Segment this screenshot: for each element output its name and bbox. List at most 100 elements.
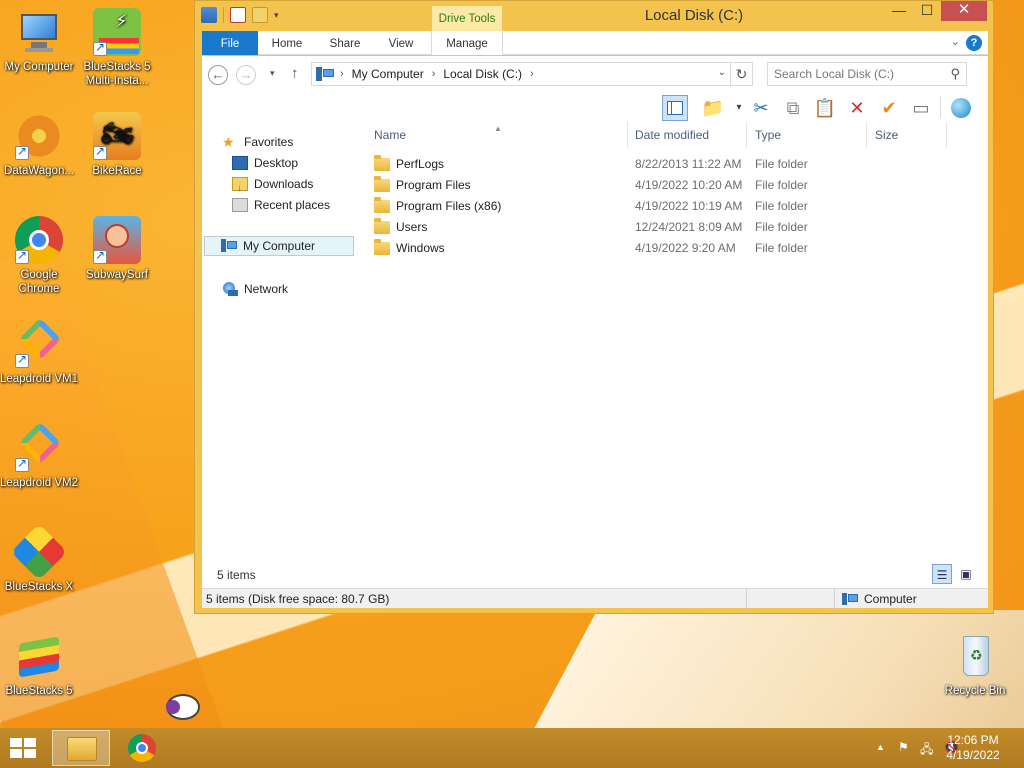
- desktop-icon-bikerace[interactable]: 🏍 BikeRace: [78, 112, 156, 178]
- command-toolbar: 📁 ▾ ✂ ⧉ 📋 ✕ ✔ ▭: [202, 92, 988, 122]
- file-row[interactable]: Program Files 4/19/2022 10:20 AM File fo…: [366, 175, 988, 196]
- nav-item-recent-places[interactable]: Recent places: [232, 195, 330, 215]
- file-row[interactable]: Program Files (x86) 4/19/2022 10:19 AM F…: [366, 196, 988, 217]
- breadcrumb-my-computer[interactable]: My Computer: [352, 67, 424, 81]
- file-row[interactable]: PerfLogs 8/22/2013 11:22 AM File folder: [366, 154, 988, 175]
- forward-button[interactable]: →: [236, 65, 256, 85]
- column-header-type[interactable]: Type: [747, 122, 867, 148]
- desktop-icon-label: BlueStacks 5 Multi-Insta...: [83, 61, 151, 87]
- breadcrumb-local-disk[interactable]: Local Disk (C:): [443, 67, 522, 81]
- nav-item-favorites[interactable]: ★ Favorites: [222, 132, 293, 152]
- tab-view[interactable]: View: [374, 31, 428, 55]
- file-row[interactable]: Windows 4/19/2022 9:20 AM File folder: [366, 238, 988, 259]
- clock-date: 4/19/2022: [946, 748, 1000, 762]
- delete-icon[interactable]: ✕: [844, 95, 870, 121]
- minimize-button[interactable]: —: [885, 1, 913, 21]
- file-explorer-icon: [67, 737, 97, 761]
- file-type: File folder: [755, 178, 808, 192]
- nav-item-downloads[interactable]: ↓ Downloads: [232, 174, 313, 194]
- tab-share[interactable]: Share: [316, 31, 374, 55]
- chevron-right-icon[interactable]: ›: [340, 68, 344, 80]
- column-header-size[interactable]: Size: [867, 122, 947, 148]
- desktop-icon-bluestacks-multi[interactable]: ⚡ BlueStacks 5 Multi-Insta...: [78, 8, 156, 88]
- search-input[interactable]: Search Local Disk (C:) ⚲: [767, 62, 967, 86]
- file-date-modified: 4/19/2022 10:20 AM: [635, 178, 743, 192]
- nav-item-desktop[interactable]: Desktop: [232, 153, 298, 173]
- status-location: Computer: [842, 592, 917, 606]
- tab-manage[interactable]: Manage: [431, 31, 503, 55]
- file-name: Program Files: [396, 178, 471, 192]
- desktop-icon-bluestacks-5[interactable]: BlueStacks 5: [0, 632, 78, 698]
- chevron-right-icon[interactable]: ›: [530, 68, 534, 80]
- file-type: File folder: [755, 157, 808, 171]
- column-header-date-modified[interactable]: Date modified: [627, 122, 747, 148]
- datawagon-icon: [15, 112, 63, 160]
- desktop-icon-leapdroid-vm2[interactable]: Leapdroid VM2: [0, 421, 78, 490]
- search-icon[interactable]: ⚲: [950, 66, 960, 82]
- refresh-button[interactable]: ↻: [731, 62, 753, 86]
- clock[interactable]: 12:06 PM 4/19/2022: [938, 733, 1008, 763]
- desktop-icon-recycle-bin[interactable]: ♻ Recycle Bin: [936, 632, 1014, 698]
- address-box[interactable]: › My Computer › Local Disk (C:) › ⌄: [311, 62, 731, 86]
- window-title: Local Disk (C:): [644, 7, 744, 24]
- maximize-button[interactable]: ☐: [913, 1, 941, 21]
- file-list: Name ▲ Date modified Type Size PerfLogs …: [366, 122, 988, 560]
- desktop-icon-datawagon[interactable]: DataWagon...: [0, 112, 78, 178]
- chevron-down-icon[interactable]: ⌄: [951, 35, 960, 48]
- file-date-modified: 4/19/2022 10:19 AM: [635, 199, 743, 213]
- globe-icon[interactable]: [948, 95, 974, 121]
- title-bar[interactable]: ▾ Drive Tools Local Disk (C:) — ☐ ✕: [195, 1, 993, 31]
- tab-file[interactable]: File: [202, 31, 258, 55]
- desktop-icon-subwaysurf[interactable]: SubwaySurf: [78, 216, 156, 282]
- nav-item-network[interactable]: Network: [222, 279, 288, 299]
- up-button[interactable]: ↑: [291, 65, 299, 82]
- nav-item-my-computer[interactable]: My Computer: [204, 236, 354, 256]
- desktop-icon-label: BlueStacks 5: [5, 685, 73, 697]
- network-status-icon[interactable]: 🖧: [920, 740, 933, 761]
- close-button[interactable]: ✕: [941, 1, 987, 21]
- rename-icon[interactable]: ▭: [908, 95, 934, 121]
- file-name: Program Files (x86): [396, 199, 502, 213]
- nav-item-label: Desktop: [254, 156, 299, 170]
- column-header-label: Name: [374, 128, 407, 142]
- computer-icon: [316, 67, 334, 81]
- back-button[interactable]: ←: [208, 65, 228, 85]
- recent-locations-dropdown-icon[interactable]: ▾: [270, 68, 275, 79]
- desktop-icon-label: My Computer: [4, 61, 74, 73]
- action-center-flag-icon[interactable]: ⚑: [898, 740, 909, 754]
- paste-icon[interactable]: 📋: [812, 95, 838, 121]
- taskbar-file-explorer[interactable]: [52, 730, 110, 766]
- column-header-name[interactable]: Name ▲: [366, 122, 628, 148]
- folder-icon: [374, 218, 390, 234]
- help-button[interactable]: ?: [966, 35, 982, 51]
- address-dropdown-icon[interactable]: ⌄: [718, 67, 726, 78]
- start-button[interactable]: [8, 736, 38, 760]
- copy-icon[interactable]: ⧉: [780, 95, 806, 121]
- preview-pane-button[interactable]: [662, 95, 688, 121]
- desktop-icon-my-computer[interactable]: My Computer: [0, 8, 78, 74]
- desktop-icon-label: BikeRace: [92, 165, 142, 177]
- file-name: Windows: [396, 241, 445, 255]
- tab-home[interactable]: Home: [258, 31, 316, 55]
- folder-icon: [374, 197, 390, 213]
- desktop-icon-leapdroid-vm1[interactable]: Leapdroid VM1: [0, 317, 78, 386]
- chevron-right-icon[interactable]: ›: [432, 68, 436, 80]
- large-icons-view-button[interactable]: ▣: [956, 564, 976, 584]
- cut-icon[interactable]: ✂: [748, 95, 774, 121]
- downloads-icon: ↓: [232, 177, 248, 194]
- nav-item-label: Network: [244, 282, 289, 296]
- bluestacks-multi-instance-icon: ⚡: [93, 8, 141, 56]
- sheep-mascot-icon[interactable]: [162, 690, 202, 724]
- details-view-button[interactable]: ☰: [932, 564, 952, 584]
- nav-item-label: Favorites: [244, 135, 294, 149]
- desktop-icon: [232, 156, 248, 170]
- show-hidden-icons-icon[interactable]: ▲: [876, 742, 885, 752]
- taskbar-chrome[interactable]: [114, 730, 172, 766]
- checkmark-icon[interactable]: ✔: [876, 95, 902, 121]
- star-icon: ★: [222, 134, 235, 150]
- desktop-icon-google-chrome[interactable]: Google Chrome: [0, 216, 78, 296]
- file-row[interactable]: Users 12/24/2021 8:09 AM File folder: [366, 217, 988, 238]
- column-header-label: Date modified: [635, 128, 710, 142]
- desktop-icon-bluestacks-x[interactable]: BlueStacks X: [0, 523, 78, 594]
- folder-options-icon[interactable]: 📁: [700, 95, 726, 121]
